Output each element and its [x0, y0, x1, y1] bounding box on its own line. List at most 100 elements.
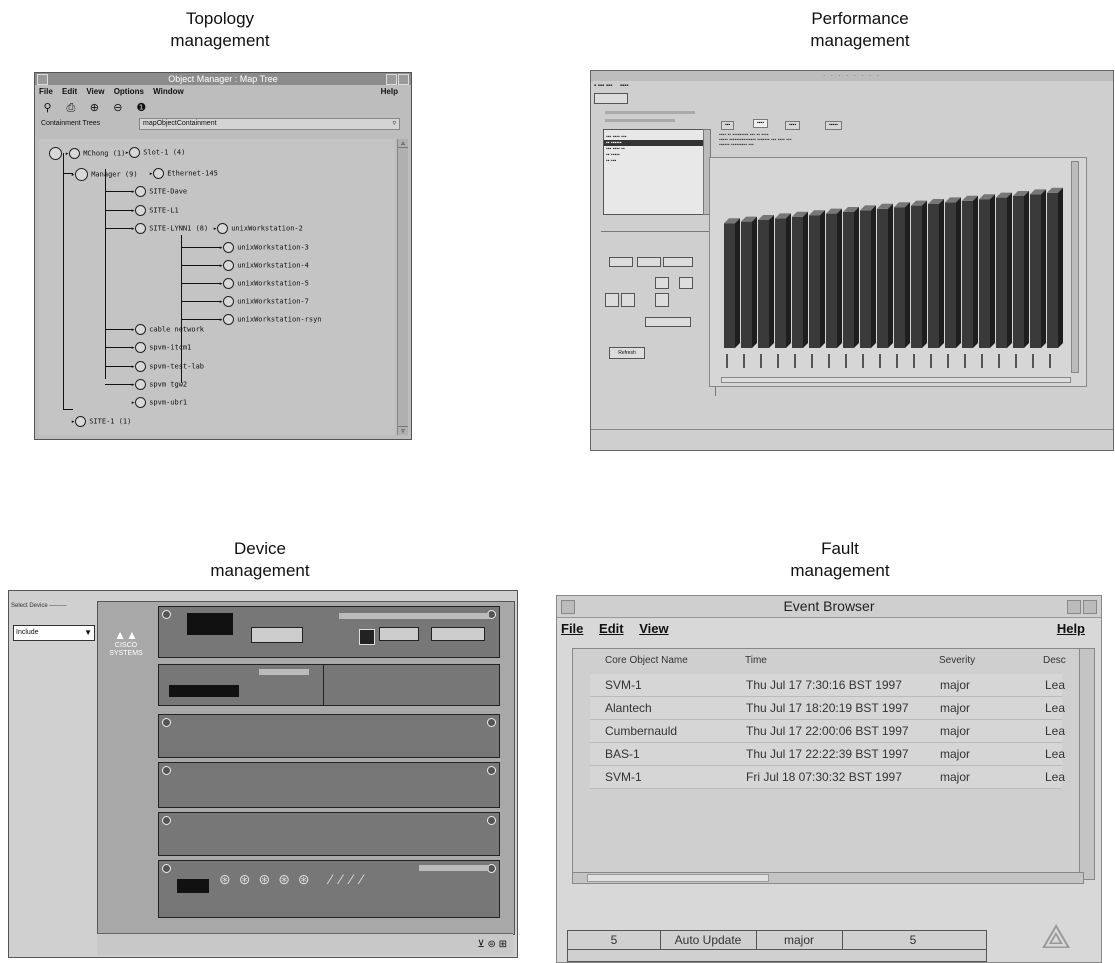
tree-node-ws5[interactable]: ▸ unixWorkstation-5 — [219, 278, 309, 289]
column-header-severity[interactable]: Severity — [939, 655, 975, 666]
containment-select[interactable]: mapObjectContainment ▿ — [139, 118, 400, 130]
title-bar[interactable]: · · · · · · · · — [591, 71, 1113, 81]
atm-card[interactable]: ⊛⊛⊛⊛⊛ ⁄⁄⁄⁄ — [158, 860, 500, 918]
tree-node-tgw2[interactable]: ▸ spvm tgw2 — [131, 379, 187, 390]
vertical-scrollbar[interactable] — [1079, 648, 1095, 880]
empty-slot[interactable] — [158, 812, 500, 856]
fiber-ports[interactable]: ⊛⊛⊛⊛⊛ ⁄⁄⁄⁄ — [219, 871, 419, 901]
port-group[interactable] — [169, 685, 239, 697]
vertical-scrollbar[interactable]: ▵ ▿ — [397, 139, 408, 435]
tree-node-ethernet[interactable]: ▸ Ethernet-145 — [149, 168, 218, 179]
event-row[interactable]: Cumbernauld Thu Jul 17 22:00:06 BST 1997 m… — [590, 720, 1065, 743]
tree-node-testlab[interactable]: ▸ spvm-test-lab — [131, 361, 204, 372]
title-bar[interactable]: Object Manager : Map Tree — [35, 73, 411, 85]
tree-node-itcm[interactable]: ▸ spvm-itcm1 — [131, 342, 191, 353]
menu-view[interactable]: View — [639, 621, 668, 636]
control-field[interactable] — [637, 257, 661, 267]
tree-node-cable[interactable]: ▸ cable network — [131, 324, 204, 335]
tree-node-site-l1[interactable]: ▸ SITE-L1 — [131, 205, 179, 216]
column-header-object[interactable]: Core Object Name — [605, 655, 688, 666]
object-list[interactable]: ▪▪▪ ▪▪▪▪ ▪▪▪ ▪▪ ▪▪▪▪▪▪ ▪▪▪ ▪▪▪▪ ▪▪ ▪▪ ▪▪… — [603, 129, 709, 215]
scroll-down-icon[interactable]: ▿ — [398, 426, 408, 435]
tree-node-ws7[interactable]: ▸ unixWorkstation-7 — [219, 296, 309, 307]
ethernet-card[interactable] — [158, 664, 500, 706]
tree-node-manager[interactable]: ▸ Manager (9) — [71, 168, 138, 181]
tree-node-wsr[interactable]: ▸ unixWorkstation-rsyn — [219, 314, 322, 325]
control-field[interactable] — [663, 257, 693, 267]
console-port[interactable] — [251, 627, 303, 643]
title-bar[interactable]: Event Browser — [557, 596, 1101, 618]
control-field[interactable] — [679, 277, 693, 289]
tick-label — [896, 354, 898, 368]
tree-node-ws3[interactable]: ▸ unixWorkstation-3 — [219, 242, 309, 253]
status-auto-update[interactable]: Auto Update — [660, 931, 757, 949]
tree-node-ws2[interactable]: ▸ unixWorkstation-2 — [213, 223, 303, 234]
tab-3[interactable]: ▪▪▪▪ — [785, 121, 801, 130]
window-menu-button[interactable] — [37, 74, 48, 85]
control-field[interactable] — [655, 293, 669, 307]
zoom-in-icon[interactable]: ⊕ — [88, 102, 101, 115]
menu-help[interactable]: Help — [381, 85, 398, 98]
control-field[interactable] — [621, 293, 635, 307]
tab-2[interactable]: ▪▪▪▪ — [753, 119, 769, 128]
tree-line — [181, 301, 221, 302]
minimize-button[interactable] — [386, 74, 397, 85]
menu-item[interactable]: ▪▪▪▪ — [620, 83, 629, 89]
menu-file[interactable]: File — [39, 87, 53, 96]
tree-node-site1[interactable]: ▸ SITE-1 (1) — [71, 416, 131, 427]
tree-node-slot[interactable]: ▸ Slot-1 (4) — [125, 147, 185, 158]
tree-node-site-lynn[interactable]: ▸ SITE-LYNN1 (8) — [131, 223, 208, 234]
device-select[interactable]: Include ▼ — [13, 625, 95, 641]
status-severity: major — [756, 931, 843, 949]
control-field[interactable] — [655, 277, 669, 289]
chart-hscrollbar[interactable] — [721, 377, 1071, 383]
event-row[interactable]: Alantech Thu Jul 17 18:20:19 BST 1997 majo… — [590, 697, 1065, 720]
empty-slot[interactable] — [158, 714, 500, 758]
window-menu-button[interactable] — [561, 600, 575, 614]
column-header-desc[interactable]: Desc — [1043, 655, 1066, 666]
menu-window[interactable]: Window — [153, 87, 184, 96]
chart-scrollbar[interactable] — [1071, 161, 1079, 373]
menu-help[interactable]: Help — [1057, 618, 1085, 640]
menu-item[interactable]: ▪ ▪▪▪ ▪▪▪ — [594, 83, 612, 89]
bar-side — [1041, 189, 1046, 348]
port-group[interactable] — [177, 879, 209, 893]
tab-4[interactable]: ▪▪▪▪▪ — [825, 121, 842, 130]
column-header-time[interactable]: Time — [745, 655, 767, 666]
horizontal-scrollbar[interactable] — [572, 872, 1084, 884]
empty-slot[interactable] — [158, 762, 500, 808]
tree-layout-icon[interactable]: ⚲ — [41, 102, 54, 115]
screw-icon — [162, 766, 171, 775]
tree-node-ubr1[interactable]: ▸ spvm-ubr1 — [131, 397, 187, 408]
tree-node-ws4[interactable]: ▸ unixWorkstation-4 — [219, 260, 309, 271]
list-item[interactable]: ▪▪ ▪▪▪ — [604, 158, 708, 164]
supervisor-card[interactable] — [158, 606, 500, 658]
menu-view[interactable]: View — [86, 87, 104, 96]
tree-node-root[interactable]: ▸ MChong (1) — [49, 147, 125, 160]
print-icon[interactable]: ⎙ — [64, 102, 77, 115]
ethernet-port[interactable] — [359, 629, 375, 645]
minimize-button[interactable] — [1067, 600, 1081, 614]
event-row[interactable]: SVM-1 Thu Jul 17 7:30:16 BST 1997 major Lea — [590, 674, 1065, 697]
menu-edit[interactable]: Edit — [599, 621, 624, 636]
control-field[interactable] — [609, 257, 633, 267]
serial-port[interactable] — [379, 627, 419, 641]
tab-1[interactable]: ▪▪▪ — [721, 121, 735, 130]
control-field[interactable] — [605, 293, 619, 307]
scroll-up-icon[interactable]: ▵ — [398, 139, 408, 148]
event-row[interactable]: BAS-1 Thu Jul 17 22:22:39 BST 1997 major Le… — [590, 743, 1065, 766]
zoom-out-icon[interactable]: ⊖ — [111, 102, 124, 115]
refresh-button[interactable]: Refresh — [609, 347, 645, 359]
menu-edit[interactable]: Edit — [62, 87, 77, 96]
maximize-button[interactable] — [398, 74, 409, 85]
info-icon[interactable]: ❶ — [135, 102, 148, 115]
control-dropdown[interactable] — [645, 317, 691, 327]
tree-node-site-dave[interactable]: ▸ SITE-Dave — [131, 186, 187, 197]
serial-port[interactable] — [431, 627, 485, 641]
event-row[interactable]: SVM-1 Fri Jul 18 07:30:32 BST 1997 major Le… — [590, 766, 1065, 789]
scroll-thumb[interactable] — [587, 874, 769, 882]
menu-options[interactable]: Options — [114, 87, 144, 96]
menu-file[interactable]: File — [561, 621, 583, 636]
maximize-button[interactable] — [1083, 600, 1097, 614]
tab-button[interactable] — [594, 93, 628, 104]
